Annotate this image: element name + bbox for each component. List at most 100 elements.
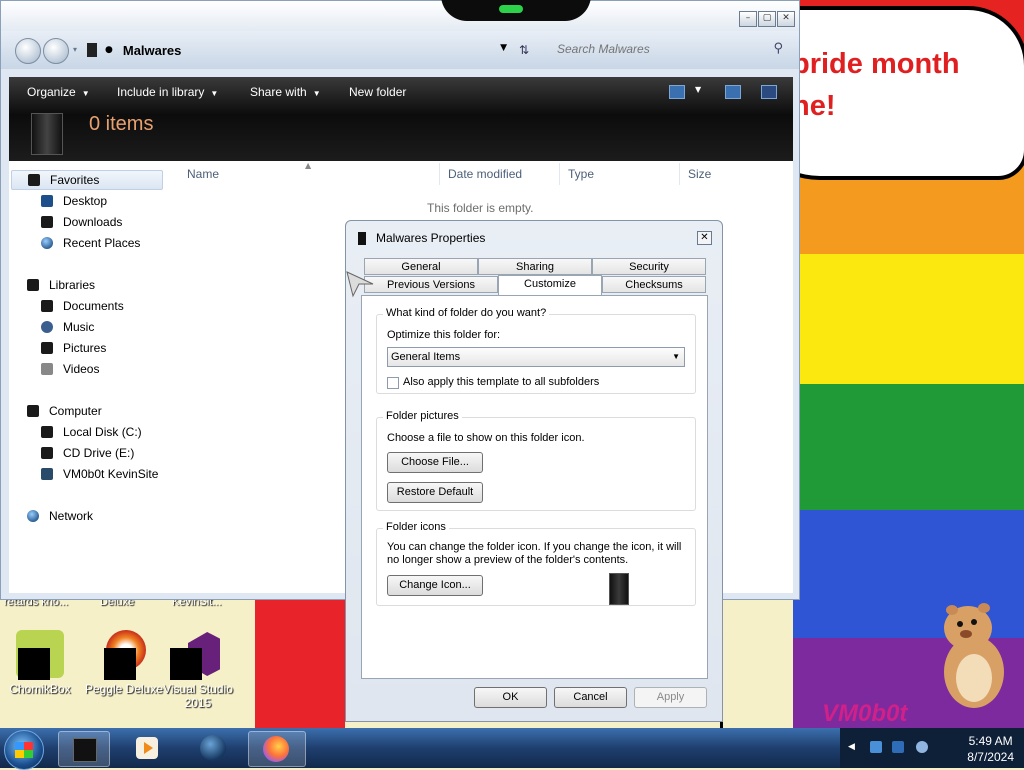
system-tray: ◀ 5:49 AM 8/7/2024 bbox=[840, 728, 1024, 768]
chevron-down-icon: ▼ bbox=[312, 89, 321, 98]
explorer-titlebar[interactable]: – ▢ ✕ bbox=[1, 0, 799, 33]
address-bar[interactable]: ● Malwares ▼ bbox=[87, 39, 511, 61]
nav-item-libraries[interactable]: Libraries bbox=[27, 275, 95, 295]
nav-item-cd-drive[interactable]: CD Drive (E:) bbox=[41, 443, 134, 463]
nav-item-vm-site[interactable]: VM0b0t KevinSite bbox=[41, 464, 158, 484]
preview-pane-icon[interactable] bbox=[725, 85, 741, 99]
change-icon-button[interactable]: Change Icon... bbox=[387, 575, 483, 596]
folder-type-group-title: What kind of folder do you want? bbox=[383, 307, 550, 319]
back-button[interactable] bbox=[15, 38, 41, 64]
breadcrumb-separator-icon[interactable]: ● bbox=[105, 45, 113, 55]
nav-item-music[interactable]: Music bbox=[41, 317, 94, 337]
search-icon[interactable]: ⚲ bbox=[773, 41, 783, 56]
choose-file-description: Choose a file to show on this folder ico… bbox=[387, 432, 585, 444]
taskbar-browser-button[interactable] bbox=[188, 731, 238, 765]
address-dropdown-icon[interactable]: ▼ bbox=[500, 43, 507, 53]
items-count: 0 items bbox=[89, 113, 154, 135]
column-header-type[interactable]: Type bbox=[568, 167, 594, 181]
taskbar-firefox-button[interactable] bbox=[248, 731, 306, 767]
column-divider[interactable] bbox=[559, 163, 560, 185]
tab-previous-versions[interactable]: Previous Versions bbox=[364, 276, 498, 293]
tab-security[interactable]: Security bbox=[592, 258, 706, 275]
column-header-name[interactable]: Name bbox=[187, 167, 219, 181]
dialog-close-button[interactable]: ✕ bbox=[697, 231, 712, 245]
forward-button[interactable] bbox=[43, 38, 69, 64]
desktop-icon-label: ChomikBox bbox=[9, 682, 71, 696]
optimize-folder-select[interactable]: General Items ▼ bbox=[387, 347, 685, 367]
restore-default-button[interactable]: Restore Default bbox=[387, 482, 483, 503]
network-status-icon[interactable] bbox=[892, 741, 904, 753]
nav-item-videos[interactable]: Videos bbox=[41, 359, 99, 379]
taskbar: ◀ 5:49 AM 8/7/2024 bbox=[0, 728, 1024, 770]
titlebar-decoration bbox=[441, 0, 591, 21]
clock-time: 5:49 AM bbox=[968, 734, 1013, 748]
pictures-icon bbox=[41, 342, 53, 354]
change-view-icon[interactable] bbox=[669, 85, 685, 99]
ok-button[interactable]: OK bbox=[474, 687, 547, 708]
recent-places-icon bbox=[41, 237, 53, 249]
share-with-button[interactable]: Share with ▼ bbox=[250, 85, 321, 99]
organize-button[interactable]: Organize ▼ bbox=[27, 85, 90, 99]
taskbar-clock[interactable]: 5:49 AM 8/7/2024 bbox=[967, 733, 1014, 765]
share-with-label: Share with bbox=[250, 85, 307, 99]
apply-subfolders-checkbox[interactable] bbox=[387, 377, 399, 389]
tray-app-icon[interactable] bbox=[870, 741, 882, 753]
nav-label: VM0b0t KevinSite bbox=[63, 467, 159, 481]
tab-sharing[interactable]: Sharing bbox=[478, 258, 592, 275]
nav-label: Documents bbox=[63, 299, 124, 313]
nav-item-documents[interactable]: Documents bbox=[41, 296, 124, 316]
apply-subfolders-label[interactable]: Also apply this template to all subfolde… bbox=[403, 376, 599, 388]
nav-label: Libraries bbox=[49, 278, 96, 292]
desktop-icon-visual-studio[interactable]: Visual Studio 2015 bbox=[158, 630, 238, 710]
choose-file-button[interactable]: Choose File... bbox=[387, 452, 483, 473]
nav-item-computer[interactable]: Computer bbox=[27, 401, 102, 421]
nav-label: Local Disk (C:) bbox=[63, 425, 142, 439]
column-header-size[interactable]: Size bbox=[688, 167, 711, 181]
refresh-icon[interactable]: ⇅ bbox=[519, 43, 529, 57]
nav-item-favorites[interactable]: Favorites bbox=[11, 170, 163, 190]
volume-icon[interactable] bbox=[916, 741, 928, 753]
optimize-folder-value: General Items bbox=[391, 351, 461, 363]
nav-label: Network bbox=[49, 509, 94, 523]
taskbar-media-player-button[interactable] bbox=[122, 731, 172, 765]
nav-item-desktop[interactable]: Desktop bbox=[41, 191, 107, 211]
desktop-icon-peggle[interactable]: Peggle Deluxe bbox=[84, 630, 164, 696]
nav-label: Downloads bbox=[63, 215, 123, 229]
apply-button[interactable]: Apply bbox=[634, 687, 707, 708]
nav-item-pictures[interactable]: Pictures bbox=[41, 338, 106, 358]
close-button[interactable]: ✕ bbox=[777, 11, 795, 27]
globe-icon bbox=[200, 735, 226, 761]
explorer-icon bbox=[73, 738, 97, 762]
nav-item-network[interactable]: Network bbox=[27, 506, 93, 526]
show-hidden-icons-icon[interactable]: ◀ bbox=[848, 742, 855, 752]
dialog-titlebar[interactable]: Malwares Properties bbox=[358, 231, 485, 245]
nav-item-downloads[interactable]: Downloads bbox=[41, 212, 122, 232]
recent-pages-chevron-icon[interactable]: ▾ bbox=[73, 45, 77, 54]
tab-checksums[interactable]: Checksums bbox=[602, 276, 706, 293]
empty-folder-message: This folder is empty. bbox=[427, 201, 534, 215]
tab-general[interactable]: General bbox=[364, 258, 478, 275]
nav-item-local-disk[interactable]: Local Disk (C:) bbox=[41, 422, 142, 442]
column-divider[interactable] bbox=[679, 163, 680, 185]
include-in-library-button[interactable]: Include in library ▼ bbox=[117, 85, 218, 99]
start-button[interactable] bbox=[4, 730, 44, 770]
favorites-icon bbox=[28, 174, 40, 186]
column-header-date-modified[interactable]: Date modified bbox=[448, 167, 522, 181]
cancel-button[interactable]: Cancel bbox=[554, 687, 627, 708]
breadcrumb-current-folder[interactable]: Malwares bbox=[123, 43, 182, 58]
new-folder-button[interactable]: New folder bbox=[349, 85, 406, 99]
tab-customize[interactable]: Customize bbox=[498, 275, 602, 295]
help-icon[interactable] bbox=[761, 85, 777, 99]
nav-item-recent-places[interactable]: Recent Places bbox=[41, 233, 140, 253]
folder-pictures-title: Folder pictures bbox=[383, 410, 462, 422]
minimize-button[interactable]: – bbox=[739, 11, 757, 27]
search-box: ⚲ bbox=[549, 39, 789, 61]
column-divider[interactable] bbox=[439, 163, 440, 185]
search-input[interactable] bbox=[549, 39, 779, 59]
visual-studio-icon bbox=[170, 630, 222, 680]
taskbar-explorer-button[interactable] bbox=[58, 731, 110, 767]
view-options-chevron-icon[interactable]: ▼ bbox=[695, 85, 701, 94]
maximize-button[interactable]: ▢ bbox=[758, 11, 776, 27]
desktop-icon-chomikbox[interactable]: ChomikBox bbox=[0, 630, 80, 696]
desktop-icon-label: Peggle Deluxe bbox=[84, 682, 164, 696]
